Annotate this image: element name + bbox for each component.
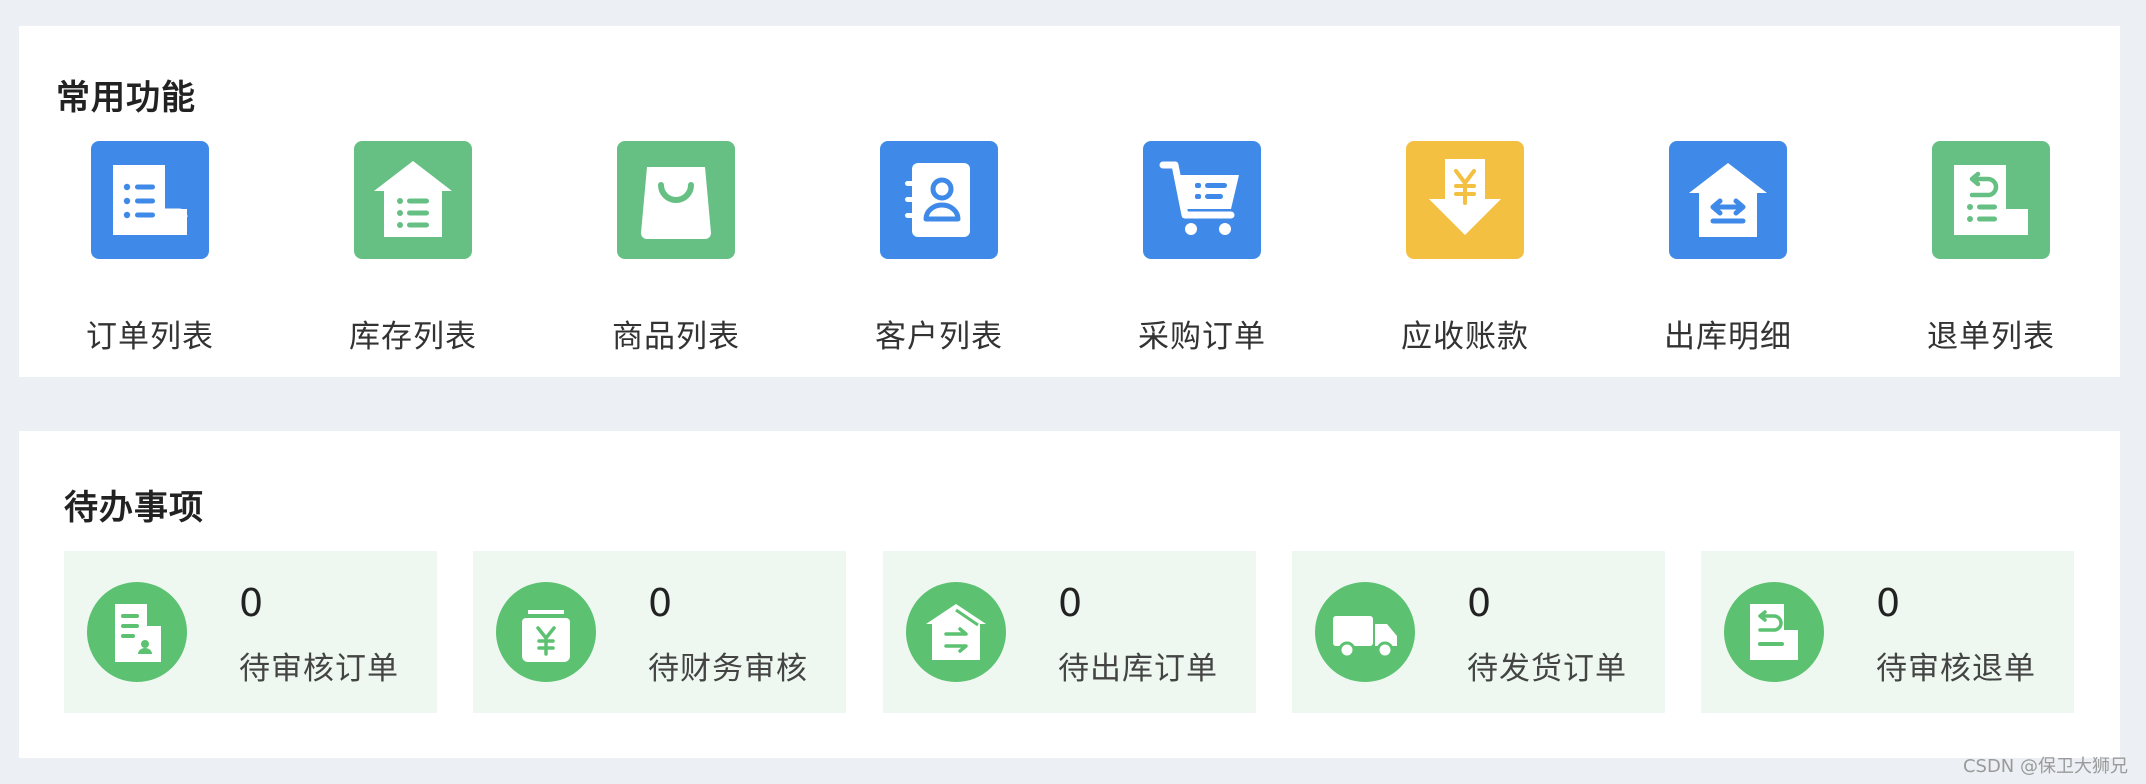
common-functions-panel: 常用功能 订单列表 库存列表 商品列表 客户列表 采购订单 应收账款 出库明细 … [19,26,2120,377]
money-bag-yuan-icon [496,582,596,682]
todo-item-pending-shipment-orders[interactable]: 0 待发货订单 [1292,551,1665,713]
order-list-icon [91,141,209,259]
func-item-inventory-list[interactable]: 库存列表 [313,141,513,355]
func-label: 应收账款 [1401,319,1529,355]
shopping-bag-icon [617,141,735,259]
return-order-icon [1932,141,2050,259]
inventory-list-icon [354,141,472,259]
shopping-cart-icon [1143,141,1261,259]
func-item-order-list[interactable]: 订单列表 [50,141,250,355]
func-label: 出库明细 [1664,319,1792,355]
todo-count: 0 [239,581,264,625]
func-item-customer-list[interactable]: 客户列表 [839,141,1039,355]
contact-book-icon [880,141,998,259]
todo-count: 0 [648,581,673,625]
func-label: 采购订单 [1138,319,1266,355]
todo-label: 待财务审核 [648,651,808,687]
func-item-outbound-details[interactable]: 出库明细 [1628,141,1828,355]
todo-title: 待办事项 [64,488,204,528]
todo-label: 待审核订单 [239,651,399,687]
todo-item-pending-review-orders[interactable]: 0 待审核订单 [64,551,437,713]
func-item-receivables[interactable]: 应收账款 [1365,141,1565,355]
todo-label: 待出库订单 [1058,651,1218,687]
todo-item-pending-return-review[interactable]: 0 待审核退单 [1701,551,2074,713]
func-item-return-list[interactable]: 退单列表 [1891,141,2091,355]
func-label: 退单列表 [1927,319,2055,355]
func-item-product-list[interactable]: 商品列表 [576,141,776,355]
watermark: CSDN @保卫大狮兄 [1962,756,2128,777]
func-label: 客户列表 [875,319,1003,355]
func-label: 库存列表 [349,319,477,355]
func-item-purchase-order[interactable]: 采购订单 [1102,141,1302,355]
todo-label: 待发货订单 [1467,651,1627,687]
return-document-icon [1724,582,1824,682]
todo-item-pending-outbound-orders[interactable]: 0 待出库订单 [883,551,1256,713]
pending-review-order-icon [87,582,187,682]
func-label: 商品列表 [612,319,740,355]
func-label: 订单列表 [86,319,214,355]
todo-item-pending-finance-review[interactable]: 0 待财务审核 [473,551,846,713]
todo-panel: 待办事项 0 待审核订单 0 待财务审核 0 待出库订单 0 待发货订单 0 待… [19,431,2120,758]
common-functions-title: 常用功能 [56,78,196,118]
todo-count: 0 [1876,581,1901,625]
delivery-truck-icon [1315,582,1415,682]
warehouse-transfer-icon [1669,141,1787,259]
yuan-receivable-icon [1406,141,1524,259]
warehouse-outbound-icon [906,582,1006,682]
todo-count: 0 [1058,581,1083,625]
todo-count: 0 [1467,581,1492,625]
todo-label: 待审核退单 [1876,651,2036,687]
